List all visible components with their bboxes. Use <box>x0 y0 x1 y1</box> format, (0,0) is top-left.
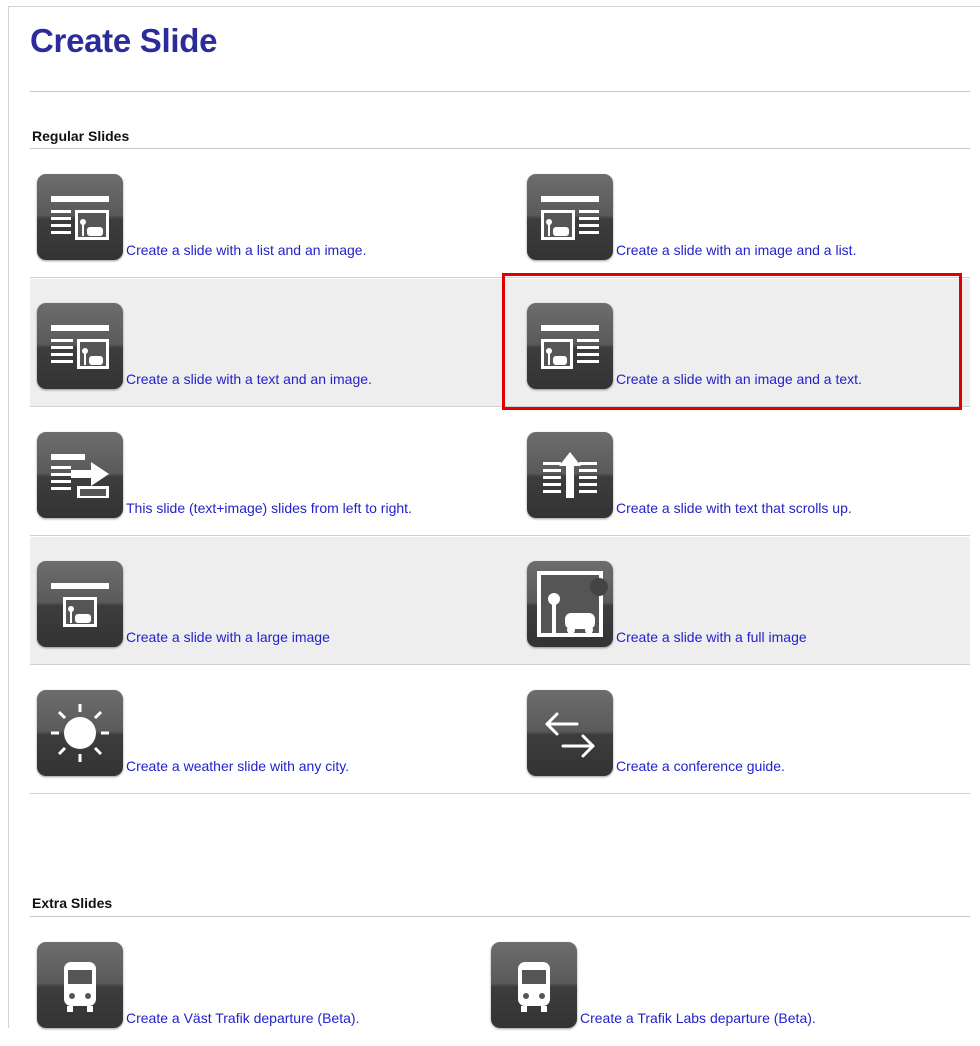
text-image-icon <box>37 303 123 389</box>
slide-option-list-image[interactable]: Create a slide with a list and an image. <box>37 150 366 278</box>
slide-option-label[interactable]: Create a conference guide. <box>616 758 785 774</box>
slide-left-right-icon <box>37 432 123 518</box>
slide-option-large-image[interactable]: Create a slide with a large image <box>37 537 330 665</box>
slide-option-label[interactable]: Create a slide with a full image <box>616 629 807 645</box>
slide-option-weather[interactable]: Create a weather slide with any city. <box>37 666 349 794</box>
slide-option-slide-left-right[interactable]: This slide (text+image) slides from left… <box>37 408 412 536</box>
slide-row: This slide (text+image) slides from left… <box>30 408 970 536</box>
title-divider <box>30 91 970 92</box>
section-divider-extra <box>30 916 970 917</box>
section-divider-regular <box>30 148 970 149</box>
section-title-regular: Regular Slides <box>32 128 130 144</box>
bus-icon <box>491 942 577 1028</box>
section-title-extra: Extra Slides <box>32 895 113 911</box>
slide-option-label[interactable]: Create a slide with a large image <box>126 629 330 645</box>
image-list-icon <box>527 174 613 260</box>
slide-row: Create a weather slide with any city. Cr… <box>30 666 970 794</box>
slide-option-label[interactable]: Create a weather slide with any city. <box>126 758 349 774</box>
slide-row: Create a slide with a large image Create… <box>30 537 970 665</box>
slide-option-text-image[interactable]: Create a slide with a text and an image. <box>37 279 372 407</box>
slide-option-trafik-labs[interactable]: Create a Trafik Labs departure (Beta). <box>491 918 816 1046</box>
slide-option-scroll-up[interactable]: Create a slide with text that scrolls up… <box>527 408 852 536</box>
slide-option-label[interactable]: Create a slide with a list and an image. <box>126 242 366 258</box>
list-image-icon <box>37 174 123 260</box>
page-title: Create Slide <box>30 22 218 59</box>
large-image-icon <box>37 561 123 647</box>
selection-highlight <box>502 273 962 410</box>
slide-option-label[interactable]: Create a slide with text that scrolls up… <box>616 500 852 516</box>
weather-sun-icon <box>37 690 123 776</box>
slide-option-conference-guide[interactable]: Create a conference guide. <box>527 666 785 794</box>
slide-option-label[interactable]: Create a Väst Trafik departure (Beta). <box>126 1010 359 1026</box>
slide-row: Create a Väst Trafik departure (Beta). C… <box>30 918 970 1046</box>
slide-option-label[interactable]: Create a Trafik Labs departure (Beta). <box>580 1010 816 1026</box>
slide-option-label[interactable]: This slide (text+image) slides from left… <box>126 500 412 516</box>
full-image-icon <box>527 561 613 647</box>
bus-icon <box>37 942 123 1028</box>
slide-option-label[interactable]: Create a slide with a text and an image. <box>126 371 372 387</box>
conference-arrows-icon <box>527 690 613 776</box>
slide-option-full-image[interactable]: Create a slide with a full image <box>527 537 807 665</box>
slide-option-image-list[interactable]: Create a slide with an image and a list. <box>527 150 856 278</box>
slide-option-vast-trafik[interactable]: Create a Väst Trafik departure (Beta). <box>37 918 359 1046</box>
slide-row: Create a slide with a list and an image.… <box>30 150 970 278</box>
scroll-up-icon <box>527 432 613 518</box>
slide-option-label[interactable]: Create a slide with an image and a list. <box>616 242 856 258</box>
